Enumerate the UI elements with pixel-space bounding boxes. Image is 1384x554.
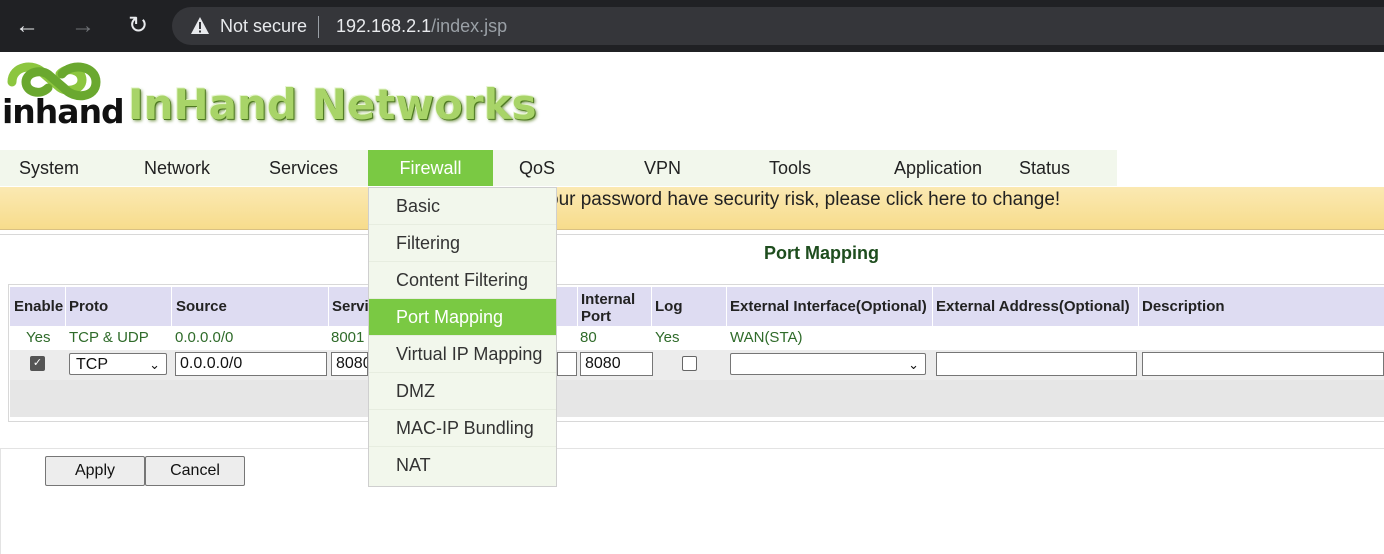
warning-triangle-icon: [191, 17, 209, 34]
security-status[interactable]: Not secure: [220, 16, 307, 37]
internal-port-input[interactable]: 8080: [580, 352, 653, 376]
main-menu: System Network Services Firewall QoS VPN…: [0, 150, 1117, 186]
row-service: 8001: [331, 329, 365, 346]
enable-checkbox[interactable]: ✓: [30, 356, 45, 371]
forward-arrow-icon[interactable]: →: [68, 11, 98, 41]
row-enable: Yes: [26, 329, 51, 346]
menu-item-vpn[interactable]: VPN: [644, 150, 681, 186]
menu-item-status[interactable]: Status: [1019, 150, 1070, 186]
dropdown-item-content-filtering[interactable]: Content Filtering: [369, 262, 556, 299]
firewall-dropdown-menu: Basic Filtering Content Filtering Port M…: [368, 187, 557, 487]
proto-select[interactable]: TCP ⌄: [69, 353, 167, 375]
column-header-external-interface: External Interface(Optional): [730, 298, 927, 315]
reload-icon[interactable]: ↻: [123, 11, 153, 41]
dropdown-item-basic[interactable]: Basic: [369, 188, 556, 225]
column-divider: [1138, 287, 1139, 326]
row-internal-port: 80: [580, 329, 597, 346]
menu-item-qos[interactable]: QoS: [519, 150, 555, 186]
row-source: 0.0.0.0/0: [175, 329, 234, 346]
column-header-log: Log: [655, 298, 683, 315]
url-path: /index.jsp: [431, 16, 508, 36]
service-port-input[interactable]: 8080: [331, 352, 368, 376]
menu-item-tools[interactable]: Tools: [769, 150, 811, 186]
password-warning-text[interactable]: our password have security risk, please …: [548, 189, 1060, 211]
column-header-internal-port: Internal Port: [581, 291, 635, 325]
url-host: 192.168.2.1: [336, 16, 432, 36]
address-bar[interactable]: Not secure 192.168.2.1/index.jsp: [172, 7, 1384, 45]
column-header-external-address: External Address(Optional): [936, 298, 1130, 315]
menu-item-network[interactable]: Network: [144, 150, 210, 186]
row-proto: TCP & UDP: [69, 329, 149, 346]
apply-button[interactable]: Apply: [45, 456, 145, 486]
column-divider: [577, 287, 578, 326]
menu-item-system[interactable]: System: [19, 150, 79, 186]
menu-item-services[interactable]: Services: [269, 150, 338, 186]
menu-item-application[interactable]: Application: [894, 150, 982, 186]
chevron-down-icon: ⌄: [149, 357, 160, 372]
divider: [0, 448, 1384, 449]
url-text[interactable]: 192.168.2.1/index.jsp: [336, 16, 507, 37]
dropdown-item-dmz[interactable]: DMZ: [369, 373, 556, 410]
source-input[interactable]: 0.0.0.0/0: [175, 352, 327, 376]
address-separator: [318, 16, 319, 38]
dropdown-item-virtual-ip-mapping[interactable]: Virtual IP Mapping: [369, 336, 556, 373]
column-header-description: Description: [1142, 298, 1225, 315]
service-port-end-input[interactable]: [557, 352, 577, 376]
dropdown-item-mac-ip-bundling[interactable]: MAC-IP Bundling: [369, 410, 556, 447]
column-header-proto: Proto: [69, 298, 109, 315]
password-warning-banner[interactable]: our password have security risk, please …: [0, 187, 1384, 230]
column-header-internal-port-line2: Port: [581, 308, 611, 325]
row-log: Yes: [655, 329, 680, 346]
log-checkbox[interactable]: [682, 356, 697, 371]
page-title: Port Mapping: [764, 243, 879, 263]
logo-text: inhand: [2, 92, 125, 131]
dropdown-item-nat[interactable]: NAT: [369, 447, 556, 484]
column-header-enable: Enable: [14, 298, 64, 315]
external-interface-select[interactable]: ⌄: [730, 353, 926, 375]
column-divider: [932, 287, 933, 326]
external-address-input[interactable]: [936, 352, 1137, 376]
dropdown-item-filtering[interactable]: Filtering: [369, 225, 556, 262]
description-input[interactable]: [1142, 352, 1384, 376]
row-external-interface: WAN(STA): [730, 329, 803, 346]
browser-toolbar: ← → ↻ Not secure 192.168.2.1/index.jsp: [0, 0, 1384, 52]
back-arrow-icon[interactable]: ←: [12, 11, 42, 41]
chevron-down-icon: ⌄: [908, 357, 919, 372]
cancel-button[interactable]: Cancel: [145, 456, 245, 486]
page-header: Port Mapping: [0, 234, 1384, 273]
column-header-internal-port-line1: Internal: [581, 291, 636, 308]
column-header-source: Source: [176, 298, 227, 315]
brand-title: InHand Networks: [128, 80, 537, 129]
column-divider: [65, 287, 66, 326]
divider: [0, 448, 1, 554]
column-divider: [726, 287, 727, 326]
column-divider: [328, 287, 329, 326]
proto-select-value: TCP: [76, 356, 108, 373]
table-footer: [10, 380, 1384, 417]
column-divider: [171, 287, 172, 326]
column-header-service: Servi: [332, 298, 369, 315]
dropdown-item-port-mapping[interactable]: Port Mapping: [369, 299, 556, 336]
column-divider: [651, 287, 652, 326]
menu-item-firewall[interactable]: Firewall: [368, 150, 493, 186]
